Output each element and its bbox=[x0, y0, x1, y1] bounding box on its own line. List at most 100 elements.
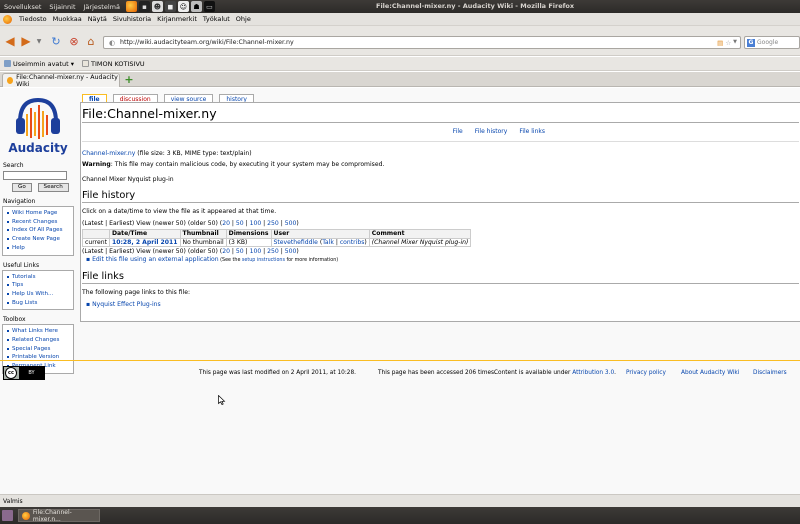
warning-message: Warning: This file may contain malicious… bbox=[82, 161, 799, 169]
nav-link-wiki-home[interactable]: Wiki Home Page bbox=[12, 210, 57, 216]
nav-link-create-page[interactable]: Create New Page bbox=[12, 236, 60, 242]
file-history-heading: File history bbox=[82, 190, 799, 203]
menu-file[interactable]: Tiedosto bbox=[16, 15, 50, 23]
link-nyquist-effect-plugins[interactable]: Nyquist Effect Plug-ins bbox=[92, 301, 161, 308]
search-engine-label[interactable]: Google bbox=[757, 39, 778, 46]
url-dropdown-icon[interactable]: ▼ bbox=[733, 39, 737, 47]
stop-button[interactable]: ⊗ bbox=[68, 34, 80, 48]
link-related-changes[interactable]: Related Changes bbox=[12, 337, 59, 343]
footer-copyright: Content is available under Attribution 3… bbox=[494, 370, 616, 376]
menu-applications[interactable]: Sovellukset bbox=[0, 3, 45, 11]
paging-20[interactable]: 20 bbox=[222, 220, 230, 227]
page-footer: cc BY This page was last modified on 2 A… bbox=[0, 360, 800, 384]
folder-icon bbox=[4, 60, 11, 67]
nav-link-help[interactable]: Help bbox=[12, 245, 25, 251]
nav-link-recent-changes[interactable]: Recent Changes bbox=[12, 219, 57, 225]
url-text[interactable]: http://wiki.audacityteam.org/wiki/File:C… bbox=[120, 39, 717, 46]
menu-history[interactable]: Sivuhistoria bbox=[110, 15, 154, 23]
app-launcher-2-icon[interactable]: ◼ bbox=[164, 1, 176, 12]
user-talk-link[interactable]: Talk bbox=[322, 239, 334, 246]
page-icon bbox=[81, 60, 89, 67]
app-launcher-3-icon[interactable]: ☺ bbox=[177, 1, 189, 12]
user-link[interactable]: Stevethefiddle bbox=[274, 239, 318, 246]
toc-link-file-history[interactable]: File history bbox=[475, 128, 508, 135]
rss-feed-icon[interactable]: ▤ bbox=[717, 39, 723, 47]
app-launcher-icon[interactable]: ☻ bbox=[151, 1, 163, 12]
paging-100[interactable]: 100 bbox=[250, 248, 262, 255]
useful-links-portlet: Useful Links Tutorials Tips Help Us With… bbox=[2, 262, 74, 311]
history-dropdown-icon[interactable]: ▼ bbox=[35, 34, 43, 48]
disclaimers-link[interactable]: Disclaimers bbox=[753, 370, 787, 376]
link-tutorials[interactable]: Tutorials bbox=[12, 274, 35, 280]
site-identity-icon[interactable]: ◐ bbox=[107, 38, 117, 48]
paging-50[interactable]: 50 bbox=[236, 220, 244, 227]
paging-500[interactable]: 500 bbox=[285, 220, 297, 227]
reload-button[interactable]: ↻ bbox=[50, 34, 62, 48]
menu-help[interactable]: Ohje bbox=[233, 15, 254, 23]
paging-250[interactable]: 250 bbox=[267, 248, 279, 255]
paging-top: (Latest | Earliest) View (newer 50) (old… bbox=[82, 220, 299, 227]
search-bar[interactable]: G Google bbox=[744, 36, 800, 49]
terminal-launcher-icon[interactable]: ▪ bbox=[138, 1, 150, 12]
menu-places[interactable]: Sijainnit bbox=[45, 3, 79, 11]
setup-instructions-link[interactable]: setup instructions bbox=[242, 258, 285, 263]
file-links-intro: The following page links to this file: bbox=[82, 289, 191, 296]
datetime-link[interactable]: 10:28, 2 April 2011 bbox=[112, 239, 178, 246]
user-contribs-link[interactable]: contribs bbox=[340, 239, 365, 246]
link-special-pages[interactable]: Special Pages bbox=[12, 346, 50, 352]
paging-50[interactable]: 50 bbox=[236, 248, 244, 255]
paging-20[interactable]: 20 bbox=[222, 248, 230, 255]
toc-link-file-links[interactable]: File links bbox=[519, 128, 545, 135]
audacity-logo[interactable]: Audacity bbox=[6, 92, 70, 156]
edit-external-link[interactable]: Edit this file using an external applica… bbox=[92, 256, 219, 263]
creative-commons-badge[interactable]: cc BY bbox=[3, 366, 45, 380]
link-bug-lists[interactable]: Bug Lists bbox=[12, 300, 37, 306]
bookmark-timon-kotisivu[interactable]: TIMON KOTISIVU bbox=[78, 60, 149, 68]
link-what-links-here[interactable]: What Links Here bbox=[12, 328, 58, 334]
menu-bookmarks[interactable]: Kirjanmerkit bbox=[154, 15, 200, 23]
taskbar-firefox-window[interactable]: File:Channel-mixer.n... bbox=[18, 508, 100, 523]
table-header: Dimensions bbox=[225, 229, 272, 239]
console-launcher-icon[interactable]: ▭ bbox=[203, 1, 215, 12]
link-help-us[interactable]: Help Us With... bbox=[12, 291, 53, 297]
back-button[interactable]: ◀ bbox=[3, 34, 17, 48]
url-bar[interactable]: ◐ http://wiki.audacityteam.org/wiki/File… bbox=[103, 36, 741, 49]
toc-link-file[interactable]: File bbox=[453, 128, 463, 135]
search-button[interactable]: Search bbox=[37, 183, 69, 192]
menu-view[interactable]: Näytä bbox=[85, 15, 110, 23]
paging-250[interactable]: 250 bbox=[267, 220, 279, 227]
audacity-favicon-icon bbox=[7, 77, 14, 84]
taskbar-label: File:Channel-mixer.n... bbox=[32, 508, 72, 523]
paging-suffix: ) bbox=[296, 220, 299, 227]
file-download-link[interactable]: Channel-mixer.ny bbox=[82, 150, 135, 157]
menu-tools[interactable]: Työkalut bbox=[200, 15, 233, 23]
user-cell: Stevethefiddle (Talk | contribs) bbox=[270, 237, 370, 247]
footer-viewcount: This page has been accessed 206 times. bbox=[378, 370, 496, 376]
paging-500[interactable]: 500 bbox=[285, 248, 297, 255]
new-tab-button[interactable]: + bbox=[124, 74, 134, 85]
home-button[interactable]: ⌂ bbox=[85, 34, 97, 48]
table-header: Thumbnail bbox=[179, 229, 227, 239]
firefox-launcher-icon[interactable] bbox=[125, 1, 137, 12]
google-icon[interactable]: G bbox=[747, 38, 755, 47]
status-bar: Valmis bbox=[0, 494, 800, 507]
app-launcher-4-icon[interactable]: ☗ bbox=[190, 1, 202, 12]
copyright-prefix: Content is available under bbox=[494, 370, 573, 376]
file-history-table: Date/Time Thumbnail Dimensions User Comm… bbox=[82, 229, 472, 247]
link-tips[interactable]: Tips bbox=[12, 282, 23, 288]
wiki-search-input[interactable] bbox=[3, 171, 67, 180]
show-desktop-icon[interactable] bbox=[2, 510, 13, 521]
browser-tab[interactable]: File:Channel-mixer.ny - Audacity Wiki bbox=[2, 73, 120, 88]
paging-100[interactable]: 100 bbox=[250, 220, 262, 227]
privacy-policy-link[interactable]: Privacy policy bbox=[626, 370, 666, 376]
menu-edit[interactable]: Muokkaa bbox=[50, 15, 85, 23]
license-link[interactable]: Attribution 3.0 bbox=[572, 370, 614, 376]
menu-system[interactable]: Järjestelmä bbox=[80, 3, 124, 11]
forward-button[interactable]: ▶ bbox=[19, 34, 33, 48]
bookmark-most-visited[interactable]: Useimmin avatut ▾ bbox=[0, 60, 78, 68]
about-link[interactable]: About Audacity Wiki bbox=[681, 370, 739, 376]
go-button[interactable]: Go bbox=[12, 183, 32, 192]
nav-link-index[interactable]: Index Of All Pages bbox=[12, 227, 63, 233]
bookmark-star-icon[interactable]: ☆ bbox=[725, 39, 731, 47]
sidebar: Search Go Search Navigation Wiki Home Pa… bbox=[2, 162, 74, 380]
